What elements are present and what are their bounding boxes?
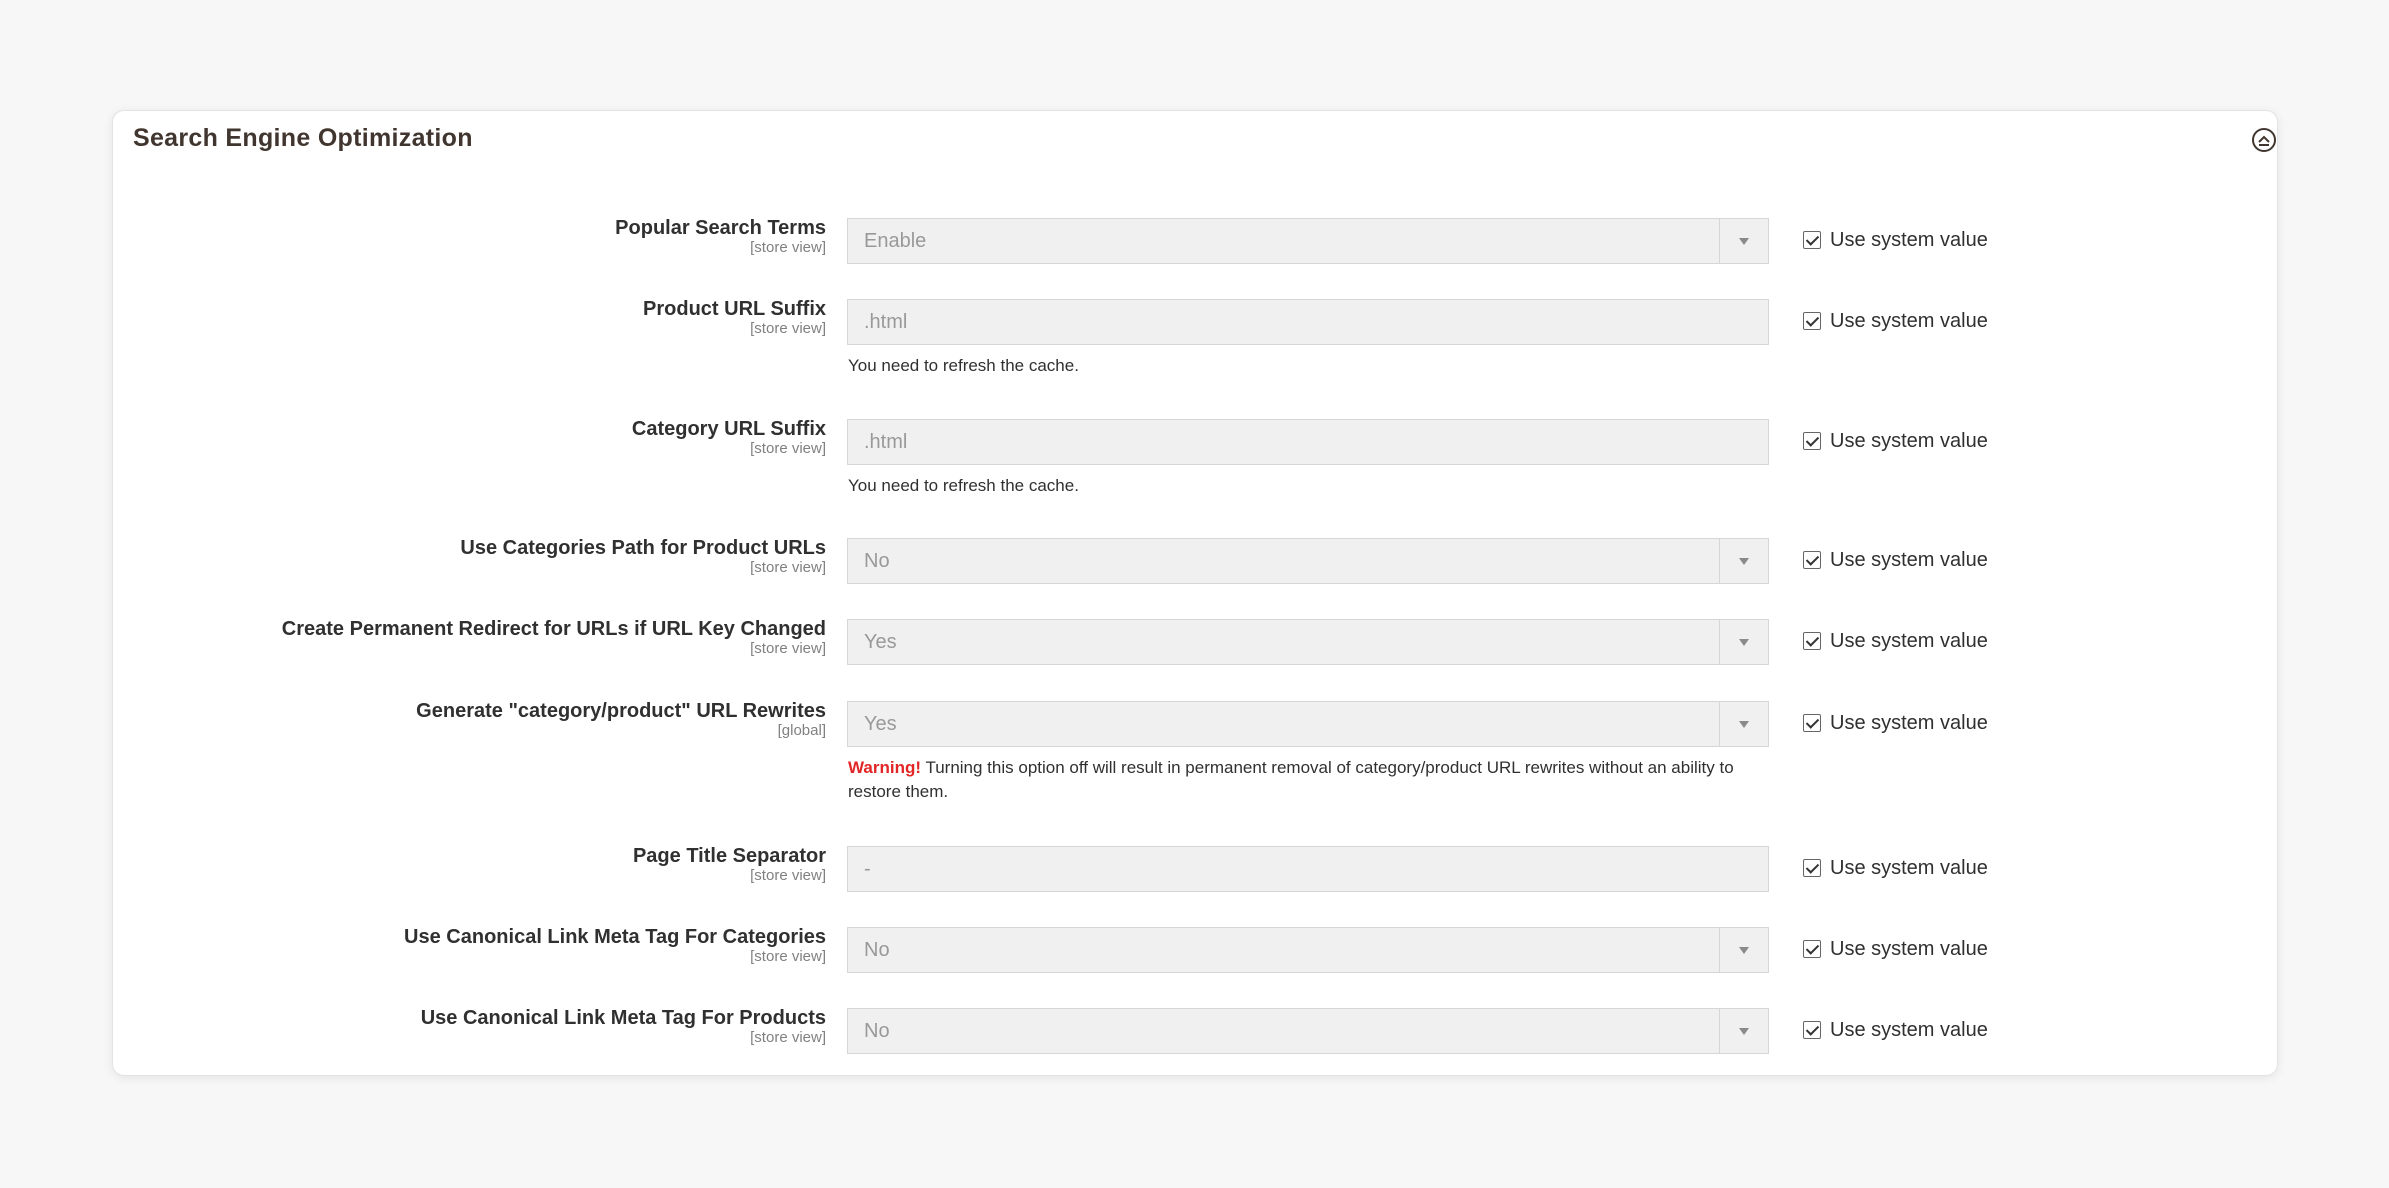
chevron-down-icon[interactable] [1719, 219, 1768, 263]
checkbox-checked-icon[interactable] [1803, 714, 1821, 732]
chevron-up-circle-icon[interactable] [2251, 127, 2277, 153]
use-system-value-checkbox[interactable]: Use system value [1803, 309, 1988, 333]
canonical-products-select[interactable]: No [847, 1008, 1769, 1054]
field-label: Product URL Suffix [store view] [643, 297, 826, 337]
field-label: Use Canonical Link Meta Tag For Products… [421, 1006, 826, 1046]
select-value: Yes [864, 713, 897, 735]
field-label-text: Page Title Separator [632, 845, 826, 867]
warning-note: Warning! Turning this option off will re… [848, 756, 1768, 804]
field-label-text: Use Canonical Link Meta Tag For Categori… [404, 926, 826, 948]
field-label-text: Generate "category/product" URL Rewrites [416, 700, 826, 722]
use-system-value-checkbox[interactable]: Use system value [1803, 856, 1988, 880]
use-system-value-checkbox[interactable]: Use system value [1803, 429, 1988, 453]
field-label: Generate "category/product" URL Rewrites… [416, 699, 826, 739]
use-system-value-label: Use system value [1830, 549, 1988, 571]
canonical-categories-select[interactable]: No [847, 927, 1769, 973]
use-system-value-label: Use system value [1830, 310, 1988, 332]
use-system-value-checkbox[interactable]: Use system value [1803, 629, 1988, 653]
input-value: - [864, 858, 871, 880]
use-system-value-checkbox[interactable]: Use system value [1803, 711, 1988, 735]
field-label: Category URL Suffix [store view] [632, 417, 826, 457]
field-scope: [store view] [750, 440, 826, 457]
field-label-text: Popular Search Terms [615, 217, 826, 239]
use-system-value-label: Use system value [1830, 857, 1988, 879]
section-title[interactable]: Search Engine Optimization [133, 123, 473, 153]
field-note: You need to refresh the cache. [848, 476, 1079, 495]
select-value: No [864, 550, 890, 572]
checkbox-checked-icon[interactable] [1803, 859, 1821, 877]
field-scope: [global] [777, 722, 826, 739]
chevron-down-icon[interactable] [1719, 702, 1768, 746]
popular-search-terms-select[interactable]: Enable [847, 218, 1769, 264]
checkbox-checked-icon[interactable] [1803, 632, 1821, 650]
use-system-value-checkbox[interactable]: Use system value [1803, 937, 1988, 961]
checkbox-checked-icon[interactable] [1803, 312, 1821, 330]
select-value: Enable [864, 230, 927, 252]
field-scope: [store view] [750, 559, 826, 576]
checkbox-checked-icon[interactable] [1803, 940, 1821, 958]
field-scope: [store view] [750, 320, 826, 337]
chevron-down-icon[interactable] [1719, 1009, 1768, 1053]
checkbox-checked-icon[interactable] [1803, 432, 1821, 450]
field-label: Use Categories Path for Product URLs [st… [460, 536, 826, 576]
use-system-value-label: Use system value [1830, 938, 1988, 960]
field-label-text: Create Permanent Redirect for URLs if UR… [281, 618, 826, 640]
field-label: Use Canonical Link Meta Tag For Categori… [404, 925, 826, 965]
use-system-value-checkbox[interactable]: Use system value [1803, 548, 1988, 572]
input-value: .html [864, 311, 908, 333]
use-system-value-label: Use system value [1830, 630, 1988, 652]
field-label: Create Permanent Redirect for URLs if UR… [282, 617, 826, 657]
use-system-value-checkbox[interactable]: Use system value [1803, 1018, 1988, 1042]
field-scope: [store view] [750, 239, 826, 256]
select-value: No [864, 1020, 890, 1042]
warning-text: Turning this option off will result in p… [848, 758, 1734, 801]
select-value: No [864, 939, 890, 961]
use-categories-path-select[interactable]: No [847, 538, 1769, 584]
field-scope: [store view] [750, 867, 826, 884]
field-scope: [store view] [750, 1029, 826, 1046]
field-label-text: Product URL Suffix [643, 298, 826, 320]
input-value: .html [864, 431, 908, 453]
checkbox-checked-icon[interactable] [1803, 551, 1821, 569]
chevron-down-icon[interactable] [1719, 620, 1768, 664]
use-system-value-label: Use system value [1830, 1019, 1988, 1041]
checkbox-checked-icon[interactable] [1803, 1021, 1821, 1039]
chevron-down-icon[interactable] [1719, 539, 1768, 583]
use-system-value-label: Use system value [1830, 229, 1988, 251]
warning-prefix: Warning! [848, 758, 922, 777]
use-system-value-label: Use system value [1830, 430, 1988, 452]
field-label: Page Title Separator [store view] [633, 844, 826, 884]
field-note: You need to refresh the cache. [848, 356, 1079, 375]
chevron-down-icon[interactable] [1719, 928, 1768, 972]
field-scope: [store view] [750, 640, 826, 657]
field-label-text: Use Canonical Link Meta Tag For Products [420, 1007, 826, 1029]
field-label: Popular Search Terms [store view] [615, 216, 826, 256]
use-system-value-checkbox[interactable]: Use system value [1803, 228, 1988, 252]
field-label-text: Category URL Suffix [631, 418, 826, 440]
seo-section-panel: Search Engine Optimization Popular Searc… [112, 110, 2278, 1076]
page-title-separator-input[interactable]: - [847, 846, 1769, 892]
field-label-text: Use Categories Path for Product URLs [460, 537, 826, 559]
use-system-value-label: Use system value [1830, 712, 1988, 734]
permanent-redirect-select[interactable]: Yes [847, 619, 1769, 665]
select-value: Yes [864, 631, 897, 653]
checkbox-checked-icon[interactable] [1803, 231, 1821, 249]
category-url-suffix-input[interactable]: .html [847, 419, 1769, 465]
generate-url-rewrites-select[interactable]: Yes [847, 701, 1769, 747]
field-scope: [store view] [750, 948, 826, 965]
product-url-suffix-input[interactable]: .html [847, 299, 1769, 345]
